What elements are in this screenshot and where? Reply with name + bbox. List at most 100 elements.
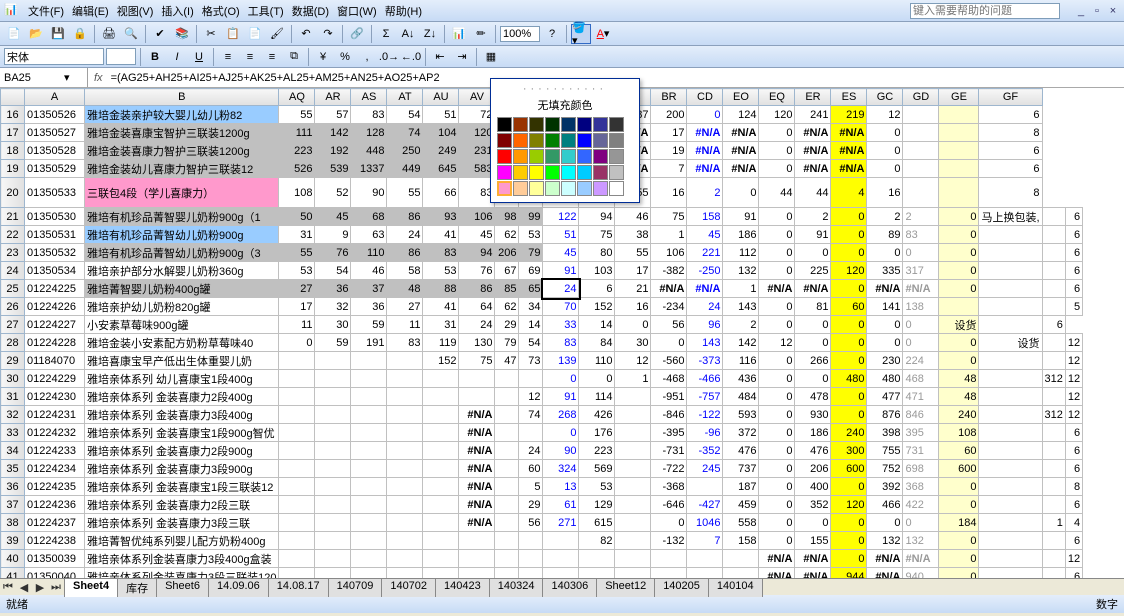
cell[interactable] xyxy=(495,550,519,568)
cell[interactable]: 158 xyxy=(687,208,723,226)
cell[interactable]: 0 xyxy=(939,208,979,226)
cell[interactable]: 01350530 xyxy=(25,208,85,226)
sheet-tab[interactable]: 14.08.17 xyxy=(268,578,329,597)
col-header[interactable]: EQ xyxy=(759,89,795,106)
cell[interactable]: 01224235 xyxy=(25,478,85,496)
cell[interactable]: #N/A xyxy=(759,280,795,298)
cell[interactable]: 0 xyxy=(687,106,723,124)
cell[interactable]: 8 xyxy=(1065,478,1082,496)
cell[interactable] xyxy=(979,406,1042,424)
cell[interactable]: 5 xyxy=(1065,298,1082,316)
cell[interactable]: 65 xyxy=(519,280,543,298)
cell[interactable]: 雅培亲体系列 幼儿喜康宝1段400g xyxy=(85,370,279,388)
cell[interactable]: 01224237 xyxy=(25,514,85,532)
cell[interactable]: -560 xyxy=(651,352,687,370)
cell[interactable]: 01184070 xyxy=(25,352,85,370)
color-swatch[interactable] xyxy=(529,181,544,196)
cell[interactable]: 132 xyxy=(903,532,939,550)
cell[interactable]: 24 xyxy=(543,280,579,298)
align-right-icon[interactable]: ≡ xyxy=(262,47,282,67)
cell[interactable] xyxy=(423,424,459,442)
cell[interactable]: 62 xyxy=(495,226,519,244)
cell[interactable]: 52 xyxy=(315,178,351,208)
color-swatch[interactable] xyxy=(513,149,528,164)
color-swatch[interactable] xyxy=(593,149,608,164)
cell[interactable]: 223 xyxy=(579,442,615,460)
cell[interactable]: #N/A xyxy=(723,160,759,178)
cell[interactable] xyxy=(387,532,423,550)
cell[interactable]: #N/A xyxy=(831,124,867,142)
cell[interactable]: 雅培金装喜康力智护三联装1200g xyxy=(85,142,279,160)
cell[interactable]: 雅培有机珍品菁智婴儿奶粉900g（1 xyxy=(85,208,279,226)
cell[interactable]: 53 xyxy=(519,226,543,244)
cell[interactable]: 24 xyxy=(459,316,495,334)
cell[interactable] xyxy=(979,262,1042,280)
cell[interactable] xyxy=(1042,352,1065,370)
cell[interactable]: 6 xyxy=(1065,208,1082,226)
cell[interactable]: 16 xyxy=(651,178,687,208)
row-header[interactable]: 21 xyxy=(1,208,25,226)
cell[interactable]: 120 xyxy=(831,496,867,514)
cell[interactable]: 58 xyxy=(387,262,423,280)
cell[interactable]: 0 xyxy=(867,124,903,142)
cell[interactable]: #N/A xyxy=(795,280,831,298)
cell[interactable]: -646 xyxy=(651,496,687,514)
cell[interactable] xyxy=(939,106,979,124)
sheet-tab[interactable]: 库存 xyxy=(117,578,157,597)
cell[interactable] xyxy=(387,388,423,406)
cell[interactable]: 0 xyxy=(795,514,831,532)
cell[interactable]: 0 xyxy=(759,124,795,142)
color-swatch[interactable] xyxy=(561,149,576,164)
cell[interactable]: -427 xyxy=(687,496,723,514)
cell[interactable]: 6 xyxy=(1042,316,1065,334)
cell[interactable]: 0 xyxy=(831,550,867,568)
close-button[interactable]: × xyxy=(1106,5,1120,17)
col-header[interactable]: ES xyxy=(831,89,867,106)
cell[interactable] xyxy=(423,514,459,532)
cell[interactable]: 75 xyxy=(459,352,495,370)
col-header[interactable]: CD xyxy=(687,89,723,106)
cell[interactable] xyxy=(1042,424,1065,442)
cell[interactable]: #N/A xyxy=(759,550,795,568)
cell[interactable]: 8 xyxy=(979,178,1042,208)
cell[interactable]: 0 xyxy=(759,352,795,370)
cell[interactable]: 6 xyxy=(1065,496,1082,514)
namebox-dropdown-icon[interactable]: ▾ xyxy=(64,71,70,84)
borders-icon[interactable]: ▦ xyxy=(481,47,501,67)
cell[interactable]: -846 xyxy=(651,406,687,424)
color-swatch[interactable] xyxy=(577,165,592,180)
cell[interactable]: 539 xyxy=(315,160,351,178)
save-icon[interactable]: 💾 xyxy=(48,24,68,44)
cell[interactable] xyxy=(495,406,519,424)
cell[interactable]: 176 xyxy=(579,424,615,442)
cell[interactable] xyxy=(939,160,979,178)
color-swatch[interactable] xyxy=(577,181,592,196)
italic-icon[interactable]: I xyxy=(167,47,187,67)
row-header[interactable]: 22 xyxy=(1,226,25,244)
cell[interactable]: #N/A xyxy=(759,568,795,579)
cell[interactable]: 249 xyxy=(423,142,459,160)
cell[interactable]: 312 xyxy=(1042,370,1065,388)
cell[interactable]: 448 xyxy=(351,142,387,160)
cell[interactable]: 01350531 xyxy=(25,226,85,244)
cell[interactable]: 83 xyxy=(423,244,459,262)
color-swatch[interactable] xyxy=(497,149,512,164)
cell[interactable]: #N/A xyxy=(687,142,723,160)
cell[interactable] xyxy=(579,550,615,568)
cell[interactable] xyxy=(903,106,939,124)
color-swatch[interactable] xyxy=(561,133,576,148)
cell[interactable]: 85 xyxy=(495,280,519,298)
cell[interactable]: 526 xyxy=(279,160,315,178)
cell[interactable]: 250 xyxy=(387,142,423,160)
copy-icon[interactable]: 📋 xyxy=(223,24,243,44)
cell[interactable] xyxy=(939,142,979,160)
cell[interactable]: 240 xyxy=(831,424,867,442)
col-header[interactable] xyxy=(1,89,25,106)
cell[interactable] xyxy=(495,478,519,496)
cell[interactable]: 6 xyxy=(1065,442,1082,460)
cell[interactable]: #N/A xyxy=(867,550,903,568)
cell[interactable]: #N/A xyxy=(795,550,831,568)
color-swatch[interactable] xyxy=(561,117,576,132)
sheet-tab[interactable]: 140709 xyxy=(328,578,383,597)
cell[interactable]: 12 xyxy=(1065,550,1082,568)
